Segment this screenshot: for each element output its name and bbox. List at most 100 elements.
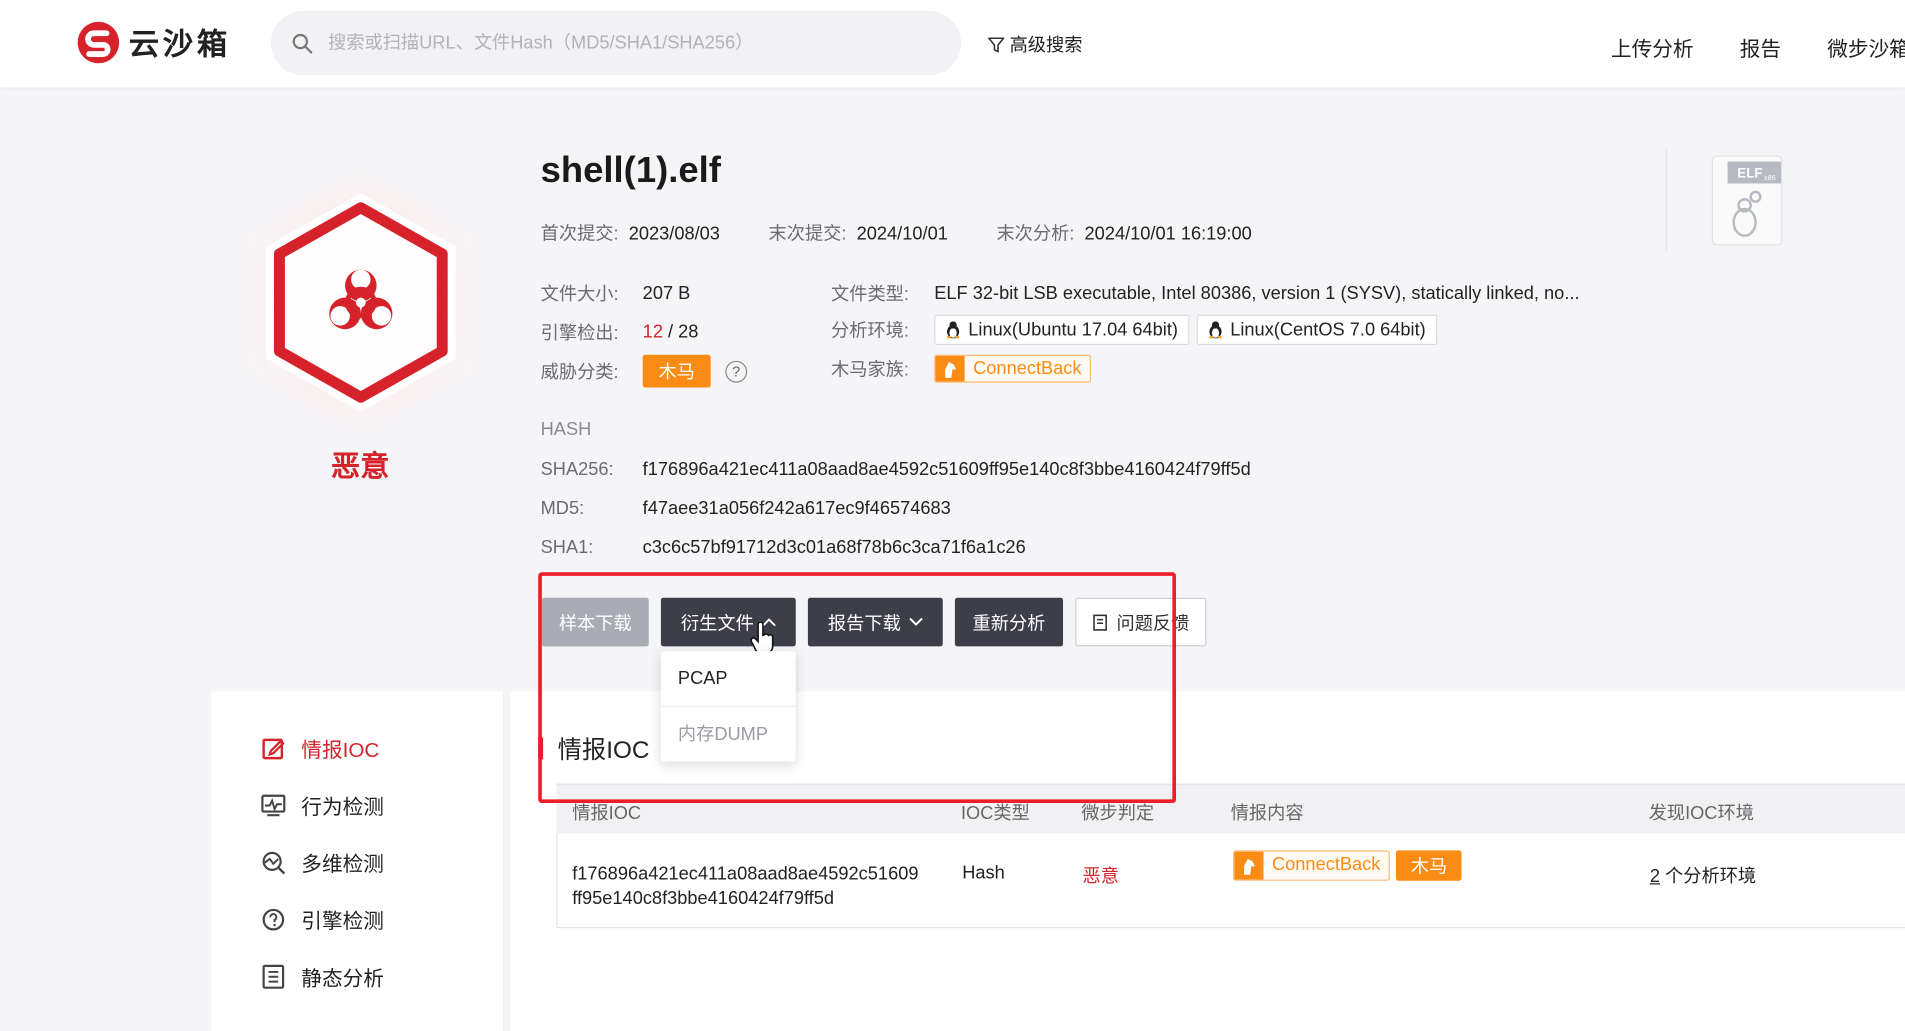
sample-download-button[interactable]: 样本下载 xyxy=(541,597,649,647)
report-download-button[interactable]: 报告下载 xyxy=(807,597,943,647)
md5-label: MD5: xyxy=(540,498,585,519)
sha1-value[interactable]: c3c6c57bf91712d3c01a68f78b6c3ca71f6a1c26 xyxy=(643,537,1026,558)
radar-search-icon xyxy=(262,851,286,874)
advanced-search-button[interactable]: 高级搜索 xyxy=(988,32,1083,58)
file-type-value: ELF 32-bit LSB executable, Intel 80386, … xyxy=(934,283,1580,304)
sidebar-item-engine[interactable]: 引擎检测 xyxy=(260,904,384,934)
col-env: 发现IOC环境 xyxy=(1648,803,1754,824)
feedback-icon xyxy=(1093,613,1107,631)
last-submit-value: 2024/10/01 xyxy=(856,223,948,245)
sidebar-item-static[interactable]: 静态分析 xyxy=(260,961,384,991)
dropdown-item-memory-dump[interactable]: 内存DUMP xyxy=(660,705,796,762)
elf-arch-text: x86 xyxy=(1764,173,1776,182)
trojan-tag: 木马 xyxy=(1396,850,1462,881)
sidebar-item-label: 行为检测 xyxy=(301,795,384,819)
sidebar-item-label: 引擎检测 xyxy=(301,909,384,934)
advanced-search-label: 高级搜索 xyxy=(1009,35,1083,56)
file-type-row: 文件类型: ELF 32-bit LSB executable, Intel 8… xyxy=(831,281,1580,307)
ioc-type: Hash xyxy=(962,862,1005,884)
monitor-pulse-icon xyxy=(261,794,286,816)
analysis-env-label: 分析环境: xyxy=(830,320,909,342)
ioc-value-line1: f176896a421ec411a08aad8ae4592c51609 xyxy=(572,863,919,885)
logo-text: 云沙箱 xyxy=(128,26,231,62)
dropdown-item-pcap[interactable]: PCAP xyxy=(661,651,796,706)
ioc-value[interactable]: f176896a421ec411a08aad8ae4592c51609 ff95… xyxy=(572,863,918,912)
malicious-verdict-icon xyxy=(244,168,478,437)
nav-sandbox[interactable]: 微步沙箱 xyxy=(1827,32,1905,62)
malware-family-name: ConnectBack xyxy=(973,358,1082,380)
filter-icon xyxy=(988,36,1005,52)
malware-family-label: 木马家族: xyxy=(830,359,909,381)
derived-files-label: 衍生文件 xyxy=(680,612,754,634)
threat-class-label: 威胁分类: xyxy=(540,362,619,383)
sha1-row: SHA1: c3c6c57bf91712d3c01a68f78b6c3ca71f6… xyxy=(541,537,1026,558)
verdict-label: 恶意 xyxy=(331,449,390,484)
logo[interactable]: 云沙箱 xyxy=(75,19,231,65)
last-analysis-value: 2024/10/01 16:19:00 xyxy=(1084,223,1252,245)
search-input[interactable] xyxy=(325,31,938,55)
sample-download-label: 样本下载 xyxy=(558,612,632,634)
env-centos-label: Linux(CentOS 7.0 64bit) xyxy=(1230,319,1426,341)
sidebar-item-behavior[interactable]: 行为检测 xyxy=(260,790,384,820)
trojan-horse-icon xyxy=(1244,858,1255,875)
sidebar-item-multidim[interactable]: 多维检测 xyxy=(260,847,384,877)
shield-question-icon xyxy=(262,908,285,930)
analysis-env-row: 分析环境: Linux(Ubuntu 17.04 64bit) Linux(Ce… xyxy=(830,314,1444,346)
sidebar-item-intel-ioc[interactable]: 情报IOC xyxy=(260,733,379,763)
ioc-title-text: 情报IOC xyxy=(557,737,650,765)
edit-doc-icon xyxy=(262,738,285,759)
env-ubuntu-label: Linux(Ubuntu 17.04 64bit) xyxy=(968,319,1178,341)
col-ioc: 情报IOC xyxy=(572,803,642,824)
col-intel-content: 情报内容 xyxy=(1230,803,1304,824)
threat-class-tag: 木马 xyxy=(642,354,711,388)
ioc-env-count[interactable]: 2 个分析环境 xyxy=(1650,863,1756,889)
file-size-label: 文件大小: xyxy=(540,284,619,305)
ioc-verdict: 恶意 xyxy=(1082,866,1119,887)
feedback-label: 问题反馈 xyxy=(1116,612,1190,634)
derived-files-dropdown: PCAP 内存DUMP xyxy=(660,651,796,762)
sha256-label: SHA256: xyxy=(540,459,614,480)
reanalyze-label: 重新分析 xyxy=(972,612,1046,634)
last-analysis-label: 末次分析: xyxy=(996,223,1075,245)
env-count-text: 个分析环境 xyxy=(1665,866,1757,887)
reanalyze-button[interactable]: 重新分析 xyxy=(954,597,1064,647)
ioc-table-header: 情报IOC IOC类型 微步判定 情报内容 发现IOC环境 xyxy=(556,783,1905,835)
ioc-value-line2: ff95e140c8f3bbe4160424f79ff5d xyxy=(572,888,835,909)
submission-dates: 首次提交: 2023/08/03 末次提交: 2024/10/01 末次分析: … xyxy=(541,220,1301,246)
md5-value[interactable]: f47aee31a056f242a617ec9f46574683 xyxy=(643,498,951,519)
trojan-horse-icon xyxy=(945,361,957,378)
engine-detection-row: 引擎检出: 12 / 28 xyxy=(541,320,699,346)
ioc-intel-tags: ConnectBack 木马 xyxy=(1233,850,1462,881)
linux-icon xyxy=(1208,321,1222,339)
ioc-section-title: 情报IOC xyxy=(538,730,649,765)
report-sidebar: 情报IOC 行为检测 多维检测 引擎检测 静态分析 xyxy=(211,691,503,1031)
chevron-down-icon xyxy=(908,617,923,626)
sha256-value[interactable]: f176896a421ec411a08aad8ae4592c51609ff95e… xyxy=(643,459,1251,480)
sidebar-item-label: 情报IOC xyxy=(301,738,380,762)
env-count-number: 2 xyxy=(1649,866,1660,887)
search-bar[interactable] xyxy=(270,10,961,76)
md5-row: MD5: f47aee31a056f242a617ec9f46574683 xyxy=(541,498,951,519)
file-size-value: 207 B xyxy=(642,283,691,304)
file-name: shell(1).elf xyxy=(540,150,721,191)
sidebar-item-label: 多维检测 xyxy=(301,852,384,876)
env-tag-ubuntu[interactable]: Linux(Ubuntu 17.04 64bit) xyxy=(934,314,1189,346)
sidebar-item-label: 静态分析 xyxy=(301,967,384,991)
malware-family-tag[interactable]: ConnectBack xyxy=(1233,850,1391,881)
elf-badge-text: ELF xyxy=(1737,165,1762,180)
first-submit-label: 首次提交: xyxy=(540,223,619,245)
env-tag-centos[interactable]: Linux(CentOS 7.0 64bit) xyxy=(1196,314,1437,346)
help-icon[interactable]: ? xyxy=(725,360,748,383)
hash-section-title: HASH xyxy=(540,419,592,440)
file-size-row: 文件大小: 207 B xyxy=(541,281,691,307)
feedback-button[interactable]: 问题反馈 xyxy=(1075,597,1207,647)
sha256-row: SHA256: f176896a421ec411a08aad8ae4592c516… xyxy=(541,459,1251,480)
engine-detection-label: 引擎检出: xyxy=(540,323,619,344)
malware-family-tag[interactable]: ConnectBack xyxy=(934,354,1092,383)
search-icon xyxy=(292,33,313,53)
nav-reports[interactable]: 报告 xyxy=(1740,32,1781,62)
engine-detected-count: 12 xyxy=(642,321,663,343)
list-doc-icon xyxy=(262,964,285,989)
col-ioc-type: IOC类型 xyxy=(960,803,1030,824)
nav-upload-analysis[interactable]: 上传分析 xyxy=(1611,32,1694,62)
